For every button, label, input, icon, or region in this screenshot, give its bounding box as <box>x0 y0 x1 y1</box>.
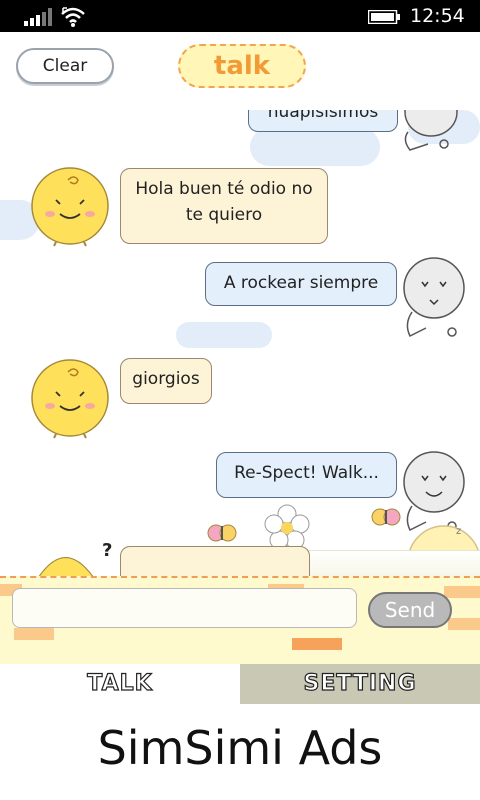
tab-talk[interactable]: TALK <box>0 664 240 704</box>
butterfly-icon <box>207 524 237 542</box>
send-button[interactable]: Send <box>368 592 452 628</box>
butterfly-icon <box>371 508 401 526</box>
message-text: A rockear siempre <box>223 273 379 293</box>
simsimi-avatar <box>31 167 109 247</box>
brick-decoration <box>444 586 480 598</box>
tab-setting[interactable]: SETTING <box>240 664 480 704</box>
question-mark-decoration: ? <box>102 540 113 561</box>
user-avatar <box>404 110 458 151</box>
brick-decoration <box>448 618 480 630</box>
status-bar: 12:54 <box>0 0 480 32</box>
clear-button[interactable]: Clear <box>16 48 114 84</box>
signal-icon <box>24 8 52 26</box>
page-title: talk <box>178 44 306 88</box>
message-text: giorgios <box>132 369 200 389</box>
cloud-decoration <box>176 322 272 348</box>
chat-area[interactable]: nuapisisimos Hola buen té odio no te qui… <box>0 110 480 576</box>
message-text: nuapisisimos <box>267 110 379 122</box>
cloud-decoration <box>250 128 380 166</box>
simsimi-avatar <box>38 556 93 576</box>
ads-banner[interactable]: SimSimi Ads <box>0 710 480 800</box>
battery-icon <box>368 10 400 24</box>
brick-decoration <box>292 638 342 650</box>
message-simsimi <box>120 546 310 576</box>
svg-text:z: z <box>456 526 461 537</box>
flower-icon <box>264 504 310 550</box>
message-user: nuapisisimos <box>248 110 398 132</box>
wifi-icon <box>61 7 85 27</box>
message-text: Hola buen té odio no te quiero <box>135 179 313 225</box>
status-time: 12:54 <box>410 5 465 27</box>
user-avatar <box>403 257 465 338</box>
message-simsimi: giorgios <box>120 358 212 404</box>
input-bar: Send <box>0 576 480 664</box>
message-user: A rockear siempre <box>205 262 397 306</box>
message-input[interactable] <box>12 588 357 628</box>
message-text: Re-Spect! Walk... <box>234 463 379 483</box>
simsimi-avatar <box>31 359 109 439</box>
message-simsimi: Hola buen té odio no te quiero <box>120 168 328 244</box>
brick-decoration <box>14 628 54 640</box>
message-user: Re-Spect! Walk... <box>216 452 397 498</box>
